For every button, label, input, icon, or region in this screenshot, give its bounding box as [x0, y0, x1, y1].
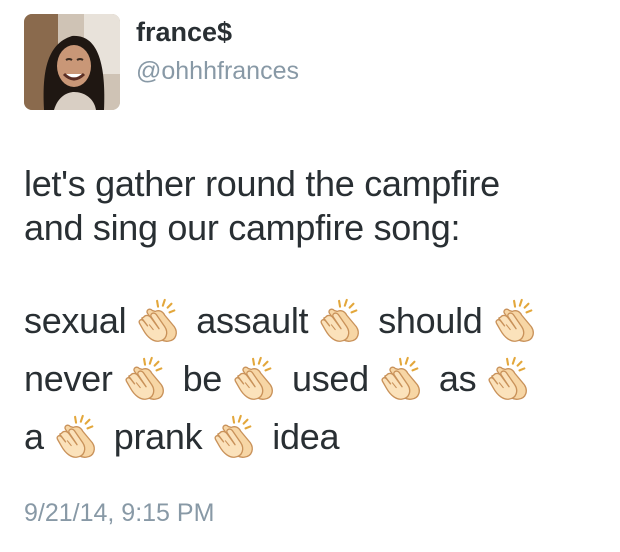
tweet-card: france$ @ohhhfrances let's gather round …	[0, 0, 620, 552]
user-handle[interactable]: @ohhhfrances	[136, 56, 299, 86]
song-line-1: sexual assault should	[24, 292, 614, 350]
tweet-song: sexual assault should never be used as a…	[24, 292, 614, 466]
tweet-timestamp[interactable]: 9/21/14, 9:15 PM	[24, 498, 214, 528]
clapping-hands-icon	[493, 298, 539, 344]
display-name[interactable]: france$	[136, 16, 232, 48]
clapping-hands-icon	[486, 356, 532, 402]
clapping-hands-icon	[232, 356, 278, 402]
clapping-hands-icon	[318, 298, 364, 344]
tweet-intro: let's gather round the campfire and sing…	[24, 162, 614, 250]
clapping-hands-icon	[54, 414, 100, 460]
song-word: used	[292, 358, 369, 399]
song-word: as	[438, 358, 477, 399]
song-line-3: a prank idea	[24, 408, 614, 466]
clapping-hands-icon	[123, 356, 169, 402]
avatar[interactable]	[24, 14, 120, 110]
song-word: sexual	[24, 300, 127, 341]
song-word: idea	[272, 416, 340, 457]
profile-photo-icon	[24, 14, 120, 110]
song-word: never	[24, 358, 113, 399]
song-word: a	[24, 416, 44, 457]
clapping-hands-icon	[136, 298, 182, 344]
tweet-intro-line-1: let's gather round the campfire	[24, 163, 500, 204]
clapping-hands-icon	[379, 356, 425, 402]
tweet-intro-line-2: and sing our campfire song:	[24, 207, 461, 248]
song-word: prank	[113, 416, 203, 457]
song-line-2: never be used as	[24, 350, 614, 408]
song-word: be	[182, 358, 223, 399]
clapping-hands-icon	[212, 414, 258, 460]
song-word: assault	[196, 300, 309, 341]
song-word: should	[378, 300, 483, 341]
